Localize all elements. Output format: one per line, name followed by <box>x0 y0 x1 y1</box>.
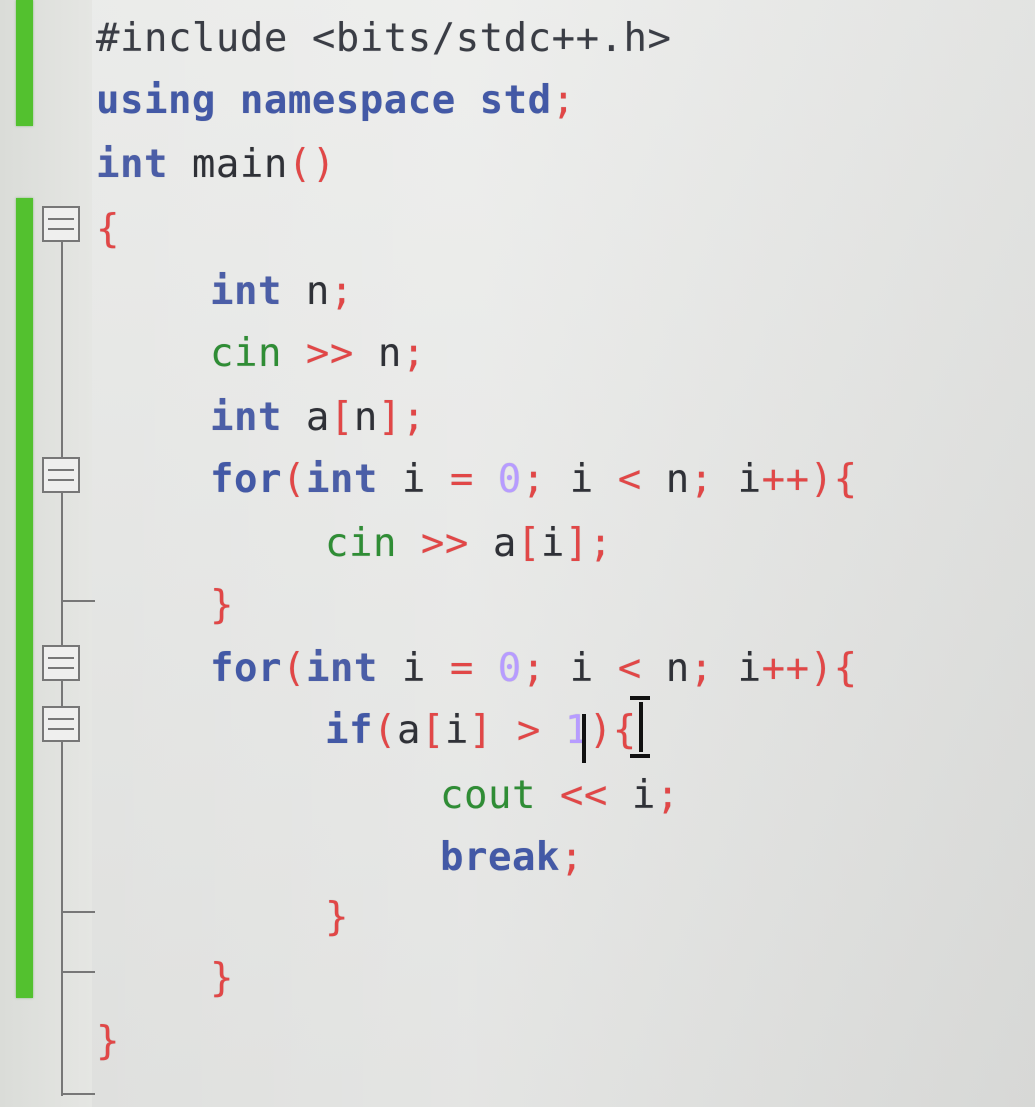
code-token-punct[interactable]: ( <box>282 646 306 691</box>
code-token-punct[interactable]: = <box>450 457 498 502</box>
code-token-punct[interactable]: >> <box>306 331 354 376</box>
code-token-punct[interactable]: ( <box>373 708 397 753</box>
code-line[interactable]: cin >> n; <box>210 331 426 377</box>
code-token-punct[interactable]: ; <box>656 773 680 818</box>
code-token-punct[interactable]: ( <box>282 457 306 502</box>
code-token-punct[interactable]: ++){ <box>762 646 858 691</box>
code-line[interactable]: } <box>96 1019 120 1065</box>
code-token-punct[interactable]: } <box>210 583 234 628</box>
code-line[interactable]: } <box>210 956 234 1002</box>
code-token-type[interactable]: int <box>96 142 192 187</box>
code-token-identifier[interactable]: i <box>608 773 656 818</box>
code-token-punct[interactable]: ; <box>560 835 584 880</box>
code-token-punct[interactable]: = <box>450 646 498 691</box>
code-line[interactable]: if(a[i] > 1){ <box>325 708 637 754</box>
change-marker-icon <box>16 0 33 126</box>
code-token-punct[interactable]: ; <box>522 646 570 691</box>
code-token-identifier[interactable]: i <box>445 708 469 753</box>
code-token-identifier[interactable]: i <box>570 457 618 502</box>
code-token-punct[interactable]: ; <box>402 331 426 376</box>
code-token-identifier[interactable]: i <box>570 646 618 691</box>
code-token-punct[interactable]: << <box>560 773 608 818</box>
gutter <box>0 0 92 1107</box>
code-token-identifier[interactable]: n <box>666 646 690 691</box>
code-token-punct[interactable]: } <box>325 895 349 940</box>
code-token-punct[interactable]: < <box>618 457 666 502</box>
code-token-keyword[interactable]: using namespace std <box>96 78 552 123</box>
fold-marker-icon[interactable] <box>42 457 80 493</box>
fold-marker-icon[interactable] <box>42 206 80 242</box>
code-token-type[interactable]: int <box>306 646 402 691</box>
code-token-type[interactable]: int <box>210 395 306 440</box>
code-token-identifier[interactable]: n <box>354 395 378 440</box>
code-token-identifier[interactable]: n <box>306 269 330 314</box>
code-token-punct[interactable]: [ <box>330 395 354 440</box>
fold-end-marker <box>61 911 95 913</box>
code-token-number[interactable]: 0 <box>498 457 522 502</box>
code-line[interactable]: { <box>96 207 120 253</box>
code-token-punct[interactable]: >> <box>421 521 469 566</box>
fold-marker-icon[interactable] <box>42 645 80 681</box>
code-token-identifier[interactable]: i <box>541 521 565 566</box>
code-token-punct[interactable]: ; <box>522 457 570 502</box>
code-editor[interactable]: #include <bits/stdc++.h> using namespace … <box>0 0 1035 1107</box>
code-line[interactable]: for(int i = 0; i < n; i++){ <box>210 457 858 503</box>
code-token-punct[interactable]: { <box>96 207 120 252</box>
code-line[interactable]: break; <box>440 835 584 881</box>
code-line[interactable]: } <box>210 583 234 629</box>
code-token-identifier[interactable]: n <box>354 331 402 376</box>
code-token-identifier[interactable]: a <box>397 708 421 753</box>
code-token-punct[interactable]: ] <box>469 708 517 753</box>
code-token-stream[interactable]: cin <box>325 521 421 566</box>
code-token-punct[interactable]: ; <box>330 269 354 314</box>
fold-marker-icon[interactable] <box>42 706 80 742</box>
code-token-punct[interactable]: [ <box>517 521 541 566</box>
code-token-identifier[interactable]: i <box>738 457 762 502</box>
code-line[interactable]: cout << i; <box>440 773 680 819</box>
code-token-identifier[interactable]: a <box>306 395 330 440</box>
code-token-identifier[interactable]: main <box>192 142 288 187</box>
code-token-keyword[interactable]: break <box>440 835 560 880</box>
code-token-identifier[interactable]: n <box>666 457 690 502</box>
code-token-punct[interactable]: [ <box>421 708 445 753</box>
code-token-punct[interactable]: > <box>517 708 541 753</box>
caret-icon <box>582 714 586 763</box>
code-token-punct[interactable]: ; <box>552 78 576 123</box>
code-token-preprocessor[interactable]: #include <bits/stdc++.h> <box>96 16 672 61</box>
code-line[interactable]: using namespace std; <box>96 78 576 124</box>
code-line[interactable]: cin >> a[i]; <box>325 521 613 567</box>
code-token-punct[interactable]: () <box>288 142 336 187</box>
code-token-identifier[interactable]: i <box>402 457 450 502</box>
code-token-identifier[interactable]: i <box>402 646 450 691</box>
code-token-type[interactable]: int <box>306 457 402 502</box>
fold-end-marker <box>61 971 95 973</box>
code-token-punct[interactable]: < <box>618 646 666 691</box>
code-token-identifier[interactable]: a <box>469 521 517 566</box>
code-token-punct[interactable]: ]; <box>378 395 426 440</box>
fold-end-marker <box>61 600 95 602</box>
code-line[interactable]: int a[n]; <box>210 395 426 441</box>
code-token-punct[interactable]: ++){ <box>762 457 858 502</box>
code-token-identifier[interactable]: i <box>738 646 762 691</box>
code-token-keyword[interactable]: if <box>325 708 373 753</box>
code-line[interactable]: #include <bits/stdc++.h> <box>96 16 672 62</box>
text-cursor-icon <box>630 696 650 758</box>
code-line[interactable]: int main() <box>96 142 336 188</box>
code-token-stream[interactable]: cin <box>210 331 306 376</box>
code-token-punct[interactable]: } <box>96 1019 120 1064</box>
code-line[interactable]: for(int i = 0; i < n; i++){ <box>210 646 858 692</box>
code-token-stream[interactable]: cout <box>440 773 560 818</box>
code-token-punct[interactable]: } <box>210 956 234 1001</box>
code-token-punct[interactable]: ]; <box>565 521 613 566</box>
code-token-punct[interactable]: ; <box>690 646 738 691</box>
code-token-punct[interactable]: ; <box>690 457 738 502</box>
code-token-keyword[interactable]: for <box>210 646 282 691</box>
code-token-type[interactable]: int <box>210 269 306 314</box>
change-marker-icon <box>16 198 33 998</box>
code-token-keyword[interactable]: for <box>210 457 282 502</box>
code-token-number[interactable]: 0 <box>498 646 522 691</box>
fold-end-marker <box>61 1093 95 1095</box>
code-line[interactable]: int n; <box>210 269 354 315</box>
code-line[interactable]: } <box>325 895 349 941</box>
